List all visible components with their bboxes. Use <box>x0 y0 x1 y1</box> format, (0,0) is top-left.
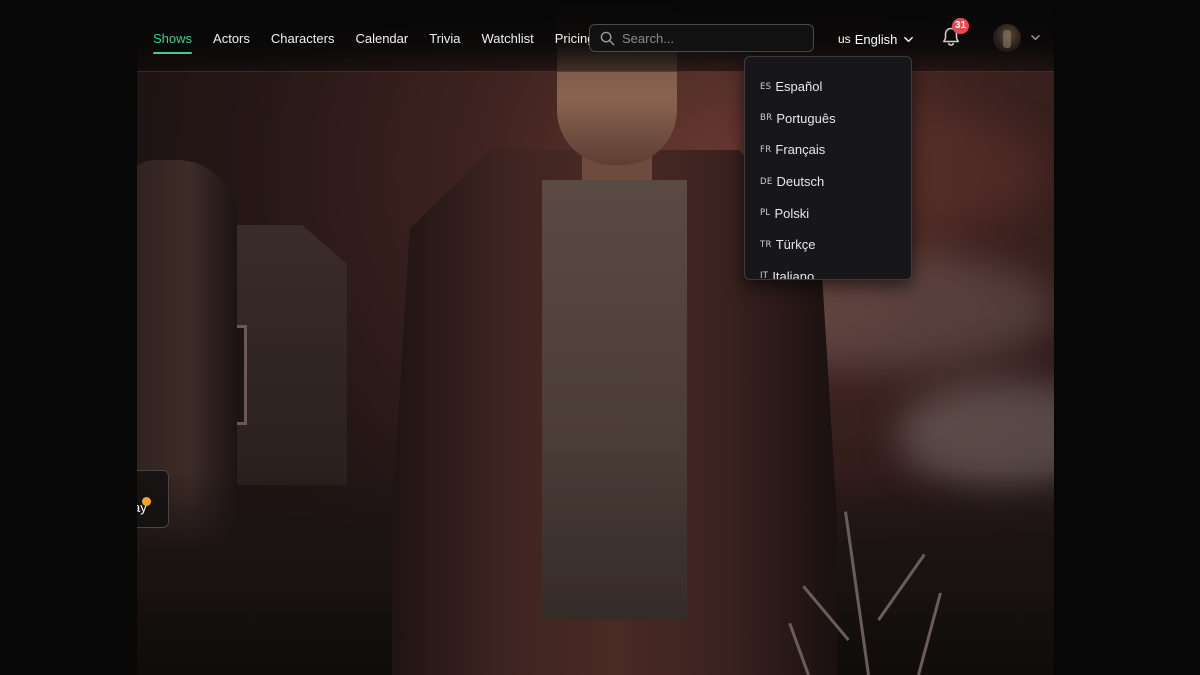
search-box[interactable] <box>589 24 814 52</box>
header-divider <box>137 71 1054 72</box>
language-option-br[interactable]: BR Português <box>745 103 911 135</box>
main-nav: Shows Actors Characters Calendar Trivia … <box>153 30 616 54</box>
dead-branches <box>717 490 1017 675</box>
language-option-label: Español <box>775 79 823 95</box>
side-card[interactable]: ay <box>137 470 169 528</box>
flag-code: TR <box>760 239 772 250</box>
language-dropdown: ES Español BR Português FR Français DE Deuts… <box>744 56 912 280</box>
chevron-down-icon[interactable] <box>1030 32 1041 43</box>
avatar[interactable] <box>993 24 1021 52</box>
search-input[interactable] <box>622 30 802 46</box>
chevron-down-icon <box>904 36 914 42</box>
flag-code: DE <box>760 176 773 187</box>
language-option-label: Polski <box>774 205 810 221</box>
nav-calendar[interactable]: Calendar <box>355 30 408 54</box>
flag-code: IT <box>760 271 769 280</box>
notification-badge: 31 <box>952 18 970 34</box>
language-flag-code: us <box>838 32 851 46</box>
language-option-it[interactable]: IT Italiano <box>745 261 911 280</box>
nav-characters[interactable]: Characters <box>271 30 335 54</box>
language-option-pl[interactable]: PL Polski <box>745 197 911 229</box>
flag-code: PL <box>760 208 771 219</box>
language-option-label: Français <box>775 142 826 158</box>
language-option-label: Português <box>776 110 836 126</box>
nav-watchlist[interactable]: Watchlist <box>482 30 534 54</box>
status-dot <box>142 497 151 506</box>
language-option-label: Türkçe <box>775 237 816 253</box>
language-option-fr[interactable]: FR Français <box>745 134 911 166</box>
language-option-tr[interactable]: TR Türkçe <box>745 229 911 261</box>
hero-background <box>137 0 1054 675</box>
language-selector[interactable]: us English <box>838 30 914 48</box>
flag-code: BR <box>760 113 773 124</box>
search-icon <box>600 31 615 45</box>
language-option-label: Deutsch <box>776 174 825 190</box>
flag-code: ES <box>760 81 772 92</box>
flag-code: FR <box>760 144 772 155</box>
nav-trivia[interactable]: Trivia <box>429 30 460 54</box>
language-option-label: Italiano <box>772 268 815 280</box>
language-option-es[interactable]: ES Español <box>745 71 911 103</box>
shirt <box>542 180 687 620</box>
language-label: English <box>854 31 898 47</box>
language-option-de[interactable]: DE Deutsch <box>745 166 911 198</box>
nav-actors[interactable]: Actors <box>213 30 250 54</box>
nav-shows[interactable]: Shows <box>153 30 193 54</box>
